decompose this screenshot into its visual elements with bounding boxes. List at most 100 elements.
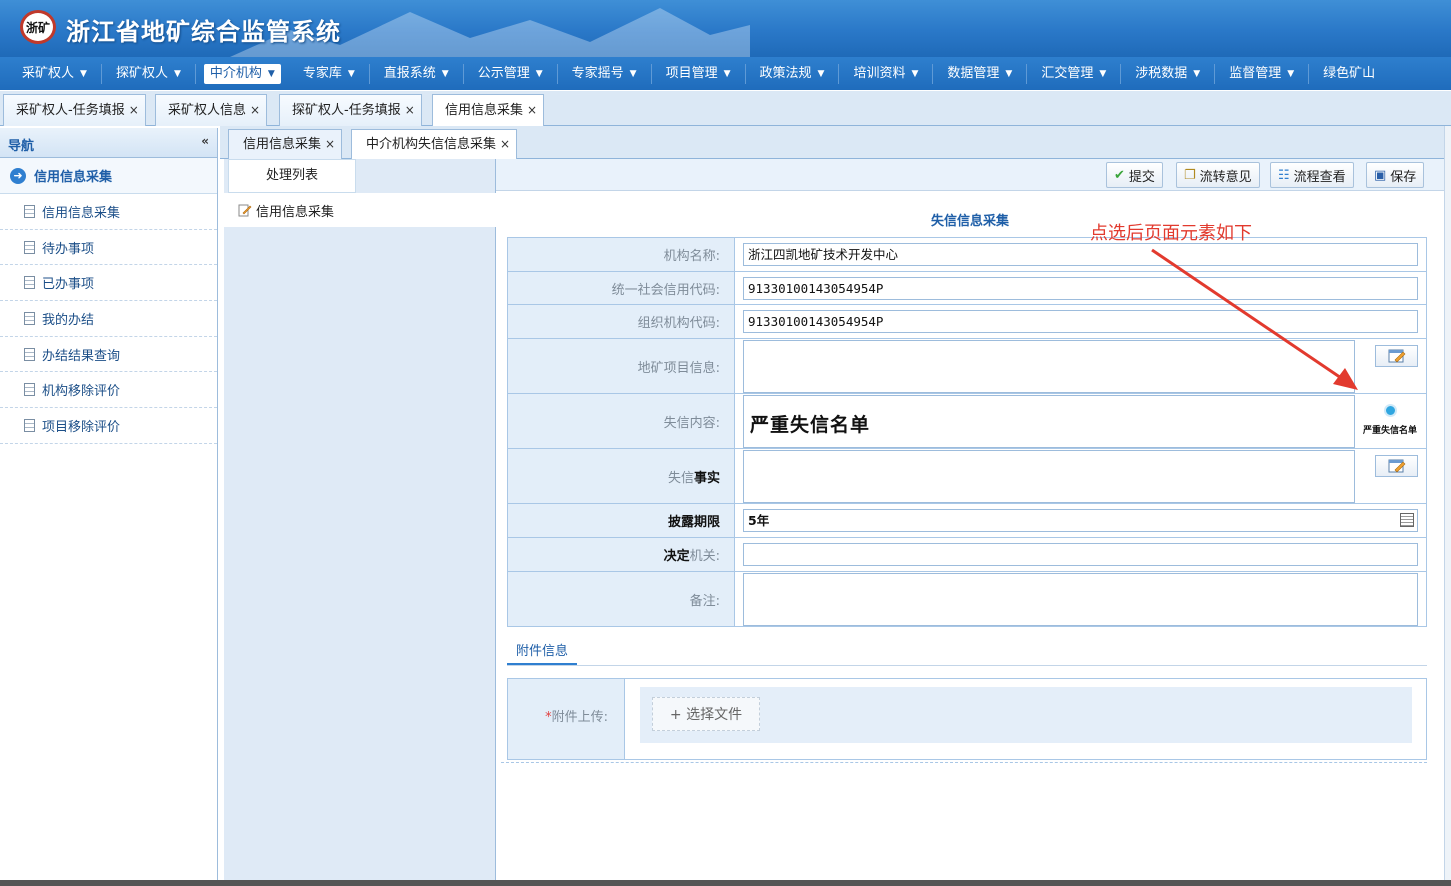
chevron-down-icon: ▼ — [911, 68, 919, 79]
expose-select[interactable]: 5年 — [743, 509, 1418, 532]
calendar-icon[interactable] — [1400, 513, 1414, 527]
close-icon[interactable]: × — [129, 103, 139, 117]
decide-label-b: 机关: — [689, 549, 720, 564]
chevron-down-icon: ▼ — [173, 68, 181, 79]
expose-label: 披露期限 — [667, 515, 720, 530]
list-item-label: 信用信息采集 — [256, 204, 335, 220]
chevron-down-icon: ▼ — [1287, 68, 1295, 79]
close-icon[interactable]: × — [250, 103, 260, 117]
tab-process-list[interactable]: 处理列表 — [228, 159, 356, 193]
menu-label: 公示管理 — [477, 65, 530, 81]
credit-code-field[interactable]: 91330100143054954P — [743, 276, 1418, 300]
submit-button[interactable]: ✔ 提交 — [1106, 162, 1163, 188]
document-icon — [24, 311, 35, 325]
menu-item-12[interactable]: 涉税数据 ▼ — [1121, 63, 1216, 84]
chevron-down-icon: ▼ — [1193, 68, 1201, 79]
document-icon — [24, 347, 35, 361]
fact-label-a: 失信 — [667, 470, 694, 486]
subtab-credit-collect[interactable]: 信用信息采集 × — [228, 129, 343, 159]
edit-icon — [1388, 459, 1405, 473]
sidebar-item-2[interactable]: 已办事项 — [0, 265, 217, 302]
menu-item-5[interactable]: 公示管理 ▼ — [464, 63, 558, 84]
project-label: 地矿项目信息: — [507, 338, 735, 394]
dishonest-badge[interactable]: 严重失信名单 — [1360, 404, 1420, 436]
chevron-down-icon: ▼ — [817, 68, 825, 79]
close-icon[interactable]: × — [527, 103, 537, 117]
credit-code-label: 统一社会信用代码: — [507, 271, 735, 305]
menu-label: 数据管理 — [947, 65, 1000, 81]
sidebar-title: 导航 — [8, 139, 35, 154]
sidebar-item-5[interactable]: 机构移除评价 — [0, 372, 217, 409]
scrollbar[interactable] — [1444, 126, 1451, 880]
chevron-down-icon: ▼ — [80, 68, 87, 79]
sidebar-item-label: 办结结果查询 — [42, 348, 121, 364]
menu-label: 涉税数据 — [1135, 65, 1188, 81]
tab-explore-task[interactable]: 探矿权人-任务填报 × — [279, 94, 422, 126]
menu-item-9[interactable]: 培训资料 ▼ — [839, 63, 934, 84]
document-icon — [24, 276, 35, 290]
menu-label: 汇交管理 — [1041, 65, 1094, 81]
menu-item-1[interactable]: 探矿权人 ▼ — [102, 63, 196, 84]
flow-label: 流程查看 — [1293, 169, 1346, 185]
menu-item-8[interactable]: 政策法规 ▼ — [746, 63, 840, 84]
choose-file-button[interactable]: + 选择文件 — [652, 697, 760, 731]
app-header: 浙矿 浙江省地矿综合监管系统 — [0, 0, 1451, 57]
chevron-down-icon: ▼ — [723, 68, 731, 79]
tab-label: 信用信息采集 — [445, 103, 524, 118]
tab-mining-task[interactable]: 采矿权人-任务填报 × — [3, 94, 146, 126]
close-icon[interactable]: × — [325, 137, 335, 151]
menu-item-3[interactable]: 专家库 ▼ — [289, 63, 370, 84]
form-title: 失信信息采集 — [930, 214, 1009, 229]
main-menu: 采矿权人 ▼ 探矿权人 ▼ 中介机构 ▼ 专家库 ▼ 直报系统 ▼ 公示管理 ▼ 专家摇号 ▼ 项目管理 ▼ 政… — [0, 57, 1451, 90]
menu-item-2[interactable]: 中介机构 ▼ — [203, 63, 281, 84]
org-code-field[interactable]: 91330100143054954P — [743, 310, 1418, 333]
fact-textarea[interactable] — [743, 449, 1355, 503]
sidebar-item-0[interactable]: 信用信息采集 — [0, 194, 217, 230]
flow-view-button[interactable]: ☷ 流程查看 — [1270, 162, 1354, 188]
sidebar-item-1[interactable]: 待办事项 — [0, 230, 217, 266]
close-icon[interactable]: × — [500, 137, 510, 151]
sidebar-item-3[interactable]: 我的办结 — [0, 301, 217, 337]
list-item[interactable]: 信用信息采集 — [224, 193, 496, 227]
save-button[interactable]: ▣ 保存 — [1366, 162, 1425, 188]
app-window: 浙矿 浙江省地矿综合监管系统 采矿权人 ▼ 探矿权人 ▼ 中介机构 ▼ 专家库 ▼ 直报系统 ▼ 公… — [0, 0, 1451, 886]
sidebar-item-6[interactable]: 项目移除评价 — [0, 408, 217, 444]
document-icon — [24, 240, 35, 254]
opinion-button[interactable]: ❐ 流转意见 — [1176, 162, 1260, 188]
app-title: 浙江省地矿综合监管系统 — [66, 18, 341, 46]
document-icon — [24, 383, 35, 397]
menu-item-13[interactable]: 监督管理 ▼ — [1215, 63, 1310, 84]
menu-item-4[interactable]: 直报系统 ▼ — [370, 63, 464, 84]
tab-label: 探矿权人-任务填报 — [292, 103, 401, 118]
menu-label: 专家库 — [302, 65, 342, 81]
opinion-label: 流转意见 — [1199, 169, 1252, 185]
chevron-down-icon: ▼ — [1005, 68, 1013, 79]
sidebar-group-credit[interactable]: ➜ 信用信息采集 — [0, 158, 217, 194]
tab-credit-collect[interactable]: 信用信息采集 × — [432, 94, 545, 127]
menu-item-7[interactable]: 项目管理 ▼ — [652, 63, 746, 84]
tab-mining-info[interactable]: 采矿权人信息 × — [155, 94, 268, 126]
menu-item-11[interactable]: 汇交管理 ▼ — [1027, 63, 1122, 84]
menu-label: 专家摇号 — [571, 65, 624, 81]
dashed-divider — [501, 762, 1427, 763]
menu-item-6[interactable]: 专家摇号 ▼ — [558, 63, 652, 84]
subtab-agency-dishonest[interactable]: 中介机构失信信息采集 × — [351, 129, 518, 159]
menu-item-14[interactable]: 绿色矿山 — [1309, 64, 1389, 84]
sidebar-item-label: 待办事项 — [42, 241, 95, 257]
menu-item-0[interactable]: 采矿权人 ▼ — [8, 63, 102, 84]
sidebar-item-4[interactable]: 办结结果查询 — [0, 337, 217, 373]
menu-label: 中介机构 — [209, 65, 262, 81]
content-field[interactable]: 严重失信名单 — [743, 394, 1355, 448]
project-textarea[interactable] — [743, 339, 1355, 393]
edit-project-button[interactable] — [1375, 345, 1418, 367]
org-name-field[interactable]: 浙江四凯地矿技术开发中心 — [743, 243, 1418, 266]
close-icon[interactable]: × — [405, 103, 415, 117]
decide-field[interactable] — [743, 543, 1418, 566]
collapse-icon[interactable]: « — [201, 134, 209, 148]
org-name-label: 机构名称: — [507, 237, 735, 272]
upload-zone: + 选择文件 — [640, 687, 1412, 743]
tab-attachments[interactable]: 附件信息 — [507, 641, 577, 665]
remark-textarea[interactable] — [743, 572, 1418, 626]
menu-item-10[interactable]: 数据管理 ▼ — [933, 63, 1028, 84]
edit-fact-button[interactable] — [1375, 455, 1418, 477]
